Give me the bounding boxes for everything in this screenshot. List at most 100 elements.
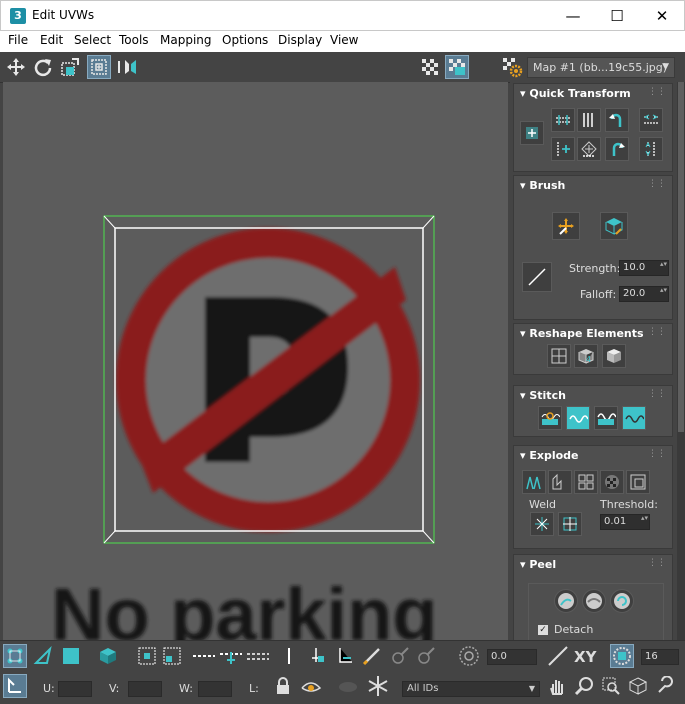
freeform-mode-icon[interactable]	[87, 55, 111, 79]
uv-viewport[interactable]: No parking	[3, 82, 508, 640]
detach-checkbox[interactable]: ✓	[538, 625, 548, 635]
freeze-icon[interactable]	[366, 674, 390, 698]
maximize-button[interactable]: ☐	[594, 1, 640, 31]
break-by-smoothing-icon[interactable]	[548, 470, 572, 494]
align-center-icon[interactable]	[520, 121, 544, 145]
show-map-icon[interactable]	[445, 55, 469, 79]
help-icon[interactable]	[653, 674, 677, 698]
flatten-by-polygroups-icon[interactable]	[574, 470, 598, 494]
scale-icon[interactable]	[58, 55, 82, 79]
quick-peel-icon[interactable]	[554, 589, 578, 613]
menu-file[interactable]: File	[8, 33, 28, 47]
ring-select-icon[interactable]	[219, 644, 243, 668]
select-inverted-icon[interactable]	[306, 644, 330, 668]
grip-icon[interactable]: ⋮⋮	[648, 449, 666, 459]
paint-select-shrink-icon[interactable]	[414, 644, 438, 668]
zoom-extents-icon[interactable]	[626, 674, 650, 698]
align-horizontal-icon[interactable]	[551, 108, 575, 132]
soft-selection-icon[interactable]	[457, 644, 481, 668]
falloff-curve-icon[interactable]	[546, 644, 570, 668]
reset-peel-icon[interactable]	[610, 589, 634, 613]
falloff-spinner[interactable]: 20.0	[619, 286, 669, 302]
stitch-custom-icon[interactable]	[538, 406, 562, 430]
select-overlapped-icon[interactable]	[333, 644, 357, 668]
scrollbar-thumb[interactable]	[678, 82, 684, 432]
weld-target-icon[interactable]	[558, 512, 582, 536]
rotate-icon[interactable]	[31, 55, 55, 79]
map-selector-dropdown[interactable]: Map #1 (bb...19c55.jpg) ▼	[527, 57, 675, 78]
stitch-title[interactable]: ▾ Stitch	[520, 389, 566, 402]
quick-transform-title[interactable]: ▾ Quick Transform	[520, 87, 631, 100]
menu-view[interactable]: View	[330, 33, 358, 47]
panel-scrollbar[interactable]	[677, 82, 685, 640]
brush-falloff-icon[interactable]	[522, 262, 552, 292]
loop-select-icon[interactable]	[192, 644, 216, 668]
hide-unselected-icon[interactable]	[299, 674, 323, 698]
straighten-selection-icon[interactable]	[547, 344, 571, 368]
grip-icon[interactable]: ⋮⋮	[648, 87, 666, 97]
align-vertical-icon[interactable]	[577, 108, 601, 132]
rotate-cw-icon[interactable]	[605, 137, 629, 161]
zoom-icon[interactable]	[572, 674, 596, 698]
grip-icon[interactable]: ⋮⋮	[648, 389, 666, 399]
explode-title[interactable]: ▾ Explode	[520, 449, 579, 462]
stitch-average-icon[interactable]	[594, 406, 618, 430]
peel-mode-icon[interactable]	[582, 589, 606, 613]
edge-mode-icon[interactable]	[31, 644, 55, 668]
close-button[interactable]: ✕	[639, 1, 685, 31]
grow-selection-icon[interactable]	[135, 644, 159, 668]
absolute-offset-icon[interactable]	[3, 674, 27, 698]
peel-title[interactable]: ▾ Peel	[520, 558, 556, 571]
weld-selected-icon[interactable]	[530, 512, 554, 536]
vertex-mode-icon[interactable]	[3, 644, 27, 668]
id-filter-dropdown[interactable]: All IDs ▼	[402, 681, 540, 697]
lock-icon[interactable]	[271, 674, 295, 698]
flatten-element-icon[interactable]	[602, 344, 626, 368]
brush-title[interactable]: ▾ Brush	[520, 179, 565, 192]
map-options-icon[interactable]	[500, 55, 524, 79]
unhide-icon[interactable]	[336, 674, 360, 698]
menu-select[interactable]: Select	[74, 33, 111, 47]
zoom-region-icon[interactable]	[599, 674, 623, 698]
edge-distance-field[interactable]: 16	[641, 649, 679, 665]
u-field[interactable]	[58, 681, 92, 697]
strength-spinner[interactable]: 10.0	[619, 260, 669, 276]
pixel-snap-icon[interactable]	[610, 644, 634, 668]
pan-icon[interactable]	[545, 674, 569, 698]
paint-select-grow-icon[interactable]	[388, 644, 412, 668]
reshape-elements-title[interactable]: ▾ Reshape Elements	[520, 327, 644, 340]
menu-display[interactable]: Display	[278, 33, 322, 47]
stitch-to-source-icon[interactable]	[566, 406, 590, 430]
menu-options[interactable]: Options	[222, 33, 268, 47]
mirror-icon[interactable]	[117, 55, 141, 79]
straighten-icon[interactable]	[577, 137, 601, 161]
polygon-mode-icon[interactable]	[59, 644, 83, 668]
move-icon[interactable]	[4, 55, 28, 79]
flatten-by-material-icon[interactable]	[600, 470, 624, 494]
stitch-to-target-icon[interactable]	[622, 406, 646, 430]
shrink-selection-icon[interactable]	[160, 644, 184, 668]
v-field[interactable]	[128, 681, 162, 697]
falloff-space-xy[interactable]: XY	[574, 648, 596, 666]
space-horizontal-icon[interactable]	[639, 108, 663, 132]
menu-edit[interactable]: Edit	[40, 33, 63, 47]
flatten-by-smoothing-icon[interactable]	[626, 470, 650, 494]
align-left-icon[interactable]	[551, 137, 575, 161]
element-mode-icon[interactable]	[96, 644, 120, 668]
menu-tools[interactable]: Tools	[119, 33, 149, 47]
rotate-ccw-icon[interactable]	[605, 108, 629, 132]
break-by-polygroups-icon[interactable]	[522, 470, 546, 494]
paint-select-icon[interactable]	[360, 644, 384, 668]
select-by-smooth-icon[interactable]	[277, 644, 301, 668]
paint-move-icon[interactable]	[552, 212, 580, 240]
falloff-distance-field[interactable]: 0.0	[487, 649, 537, 665]
threshold-spinner[interactable]: 0.01	[600, 514, 650, 530]
relax-icon[interactable]: 4	[574, 344, 598, 368]
relax-brush-icon[interactable]	[600, 212, 628, 240]
minimize-button[interactable]: —	[550, 1, 596, 31]
grip-icon[interactable]: ⋮⋮	[648, 327, 666, 337]
space-vertical-icon[interactable]	[639, 137, 663, 161]
checker-pattern-icon[interactable]	[418, 55, 442, 79]
menu-mapping[interactable]: Mapping	[160, 33, 212, 47]
w-field[interactable]	[198, 681, 232, 697]
